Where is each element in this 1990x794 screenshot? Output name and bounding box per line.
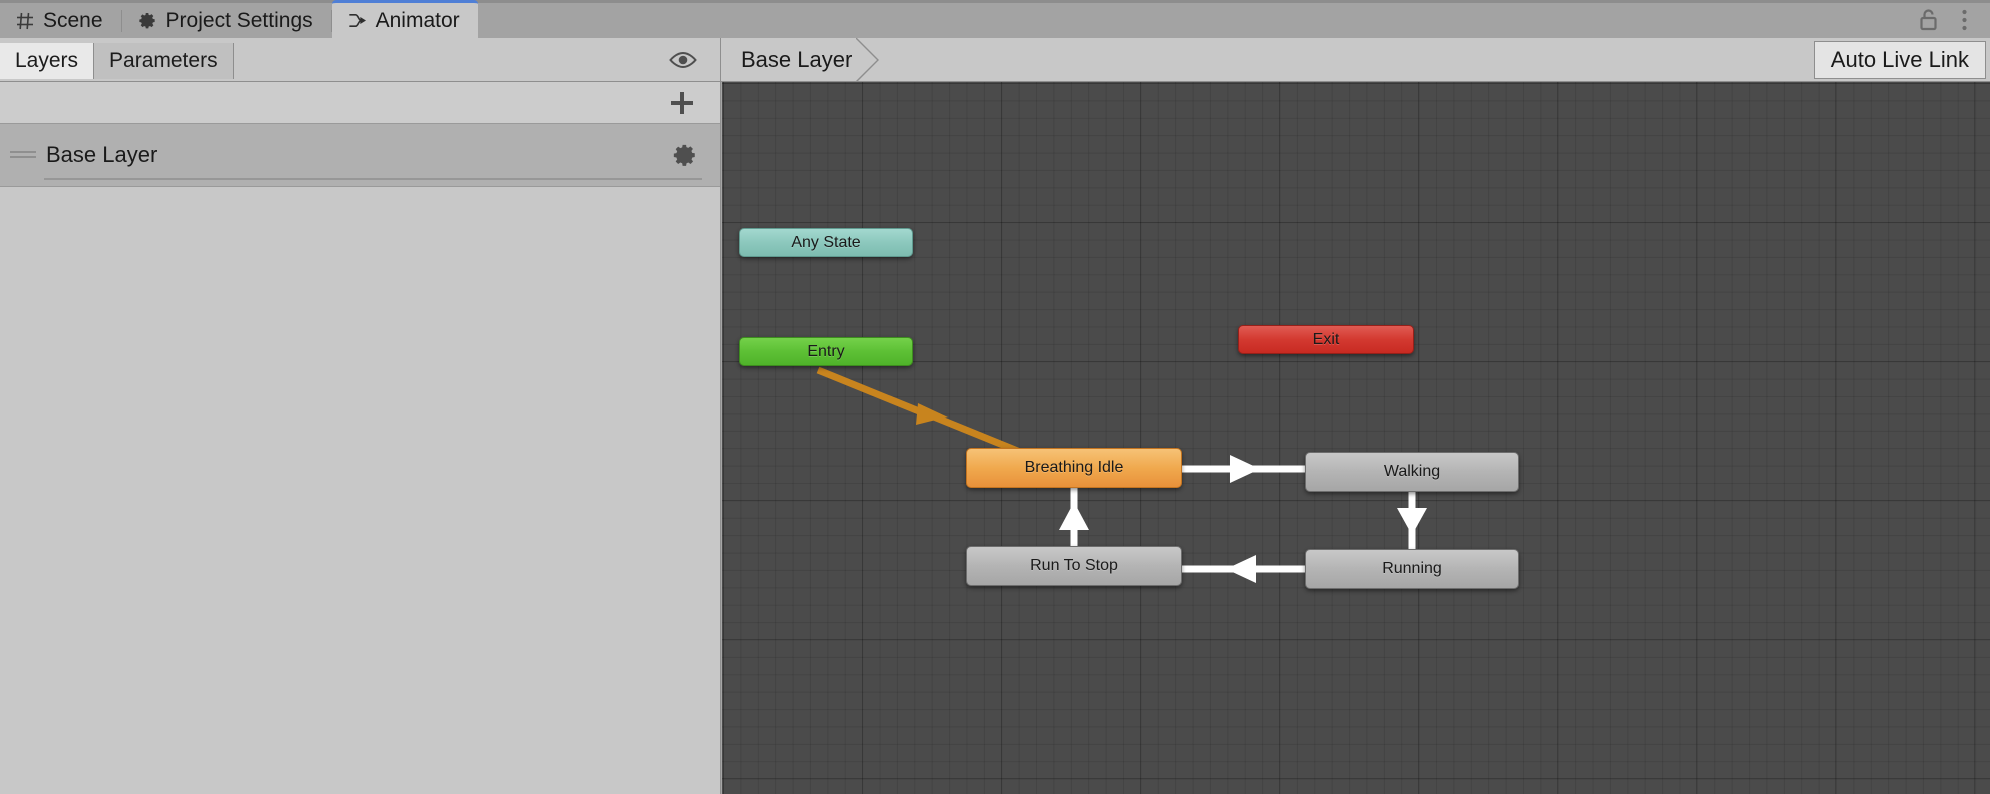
state-node-running[interactable]: Running bbox=[1305, 549, 1519, 589]
state-node-any-state[interactable]: Any State bbox=[739, 228, 913, 257]
tab-project-settings[interactable]: Project Settings bbox=[122, 3, 331, 38]
animator-state-graph[interactable]: Any State Entry Exit Breathing Idle Walk… bbox=[722, 82, 1990, 794]
layer-row-base-layer[interactable]: Base Layer bbox=[0, 124, 720, 186]
layers-panel: Base Layer bbox=[0, 82, 721, 794]
state-node-label: Exit bbox=[1312, 330, 1340, 348]
tab-project-settings-label: Project Settings bbox=[165, 8, 313, 32]
animator-sub-toolbar: Layers Parameters Base Layer Auto Live L… bbox=[0, 37, 1990, 82]
tab-parameters[interactable]: Parameters bbox=[94, 42, 234, 79]
unlocked-padlock-icon[interactable] bbox=[1918, 7, 1939, 32]
graph-toolbar: Base Layer Auto Live Link bbox=[721, 37, 1990, 82]
breadcrumb-chevron-icon bbox=[856, 37, 890, 82]
layer-row-underline bbox=[44, 178, 702, 180]
state-node-label: Entry bbox=[807, 342, 845, 360]
state-node-label: Run To Stop bbox=[1030, 557, 1118, 574]
gear-icon bbox=[138, 11, 157, 30]
breadcrumb[interactable]: Base Layer bbox=[721, 38, 857, 81]
tab-layers[interactable]: Layers bbox=[0, 42, 95, 79]
transition-edges bbox=[816, 366, 1427, 583]
tab-layers-label: Layers bbox=[15, 48, 79, 72]
breadcrumb-trail bbox=[890, 38, 1814, 81]
drag-handle-icon[interactable] bbox=[10, 149, 36, 161]
state-node-label: Walking bbox=[1383, 463, 1441, 480]
gear-icon[interactable] bbox=[672, 142, 698, 168]
layers-add-row bbox=[0, 82, 720, 124]
animator-icon bbox=[348, 12, 367, 29]
breadcrumb-label: Base Layer bbox=[741, 46, 853, 72]
transition-breathing-idle-to-walking bbox=[1182, 455, 1305, 483]
plus-icon[interactable] bbox=[669, 90, 695, 116]
kebab-menu-icon[interactable] bbox=[1961, 8, 1968, 32]
state-node-entry[interactable]: Entry bbox=[739, 337, 913, 366]
tab-animator-label: Animator bbox=[375, 8, 460, 32]
state-node-label: Any State bbox=[791, 233, 861, 251]
layers-toolbar: Layers Parameters bbox=[0, 38, 721, 81]
state-node-run-to-stop[interactable]: Run To Stop bbox=[966, 546, 1182, 586]
tab-scene[interactable]: Scene bbox=[0, 3, 121, 38]
tab-scene-label: Scene bbox=[43, 8, 103, 32]
layers-panel-body bbox=[0, 186, 720, 793]
state-node-exit[interactable]: Exit bbox=[1238, 325, 1414, 354]
auto-live-link-button[interactable]: Auto Live Link bbox=[1813, 40, 1986, 79]
state-node-label: Breathing Idle bbox=[1024, 459, 1124, 476]
eye-icon[interactable] bbox=[668, 50, 698, 70]
transition-run-to-stop-to-breathing-idle bbox=[1059, 488, 1089, 546]
state-node-walking[interactable]: Walking bbox=[1305, 452, 1519, 492]
transition-walking-to-running bbox=[1397, 492, 1427, 549]
grid-icon bbox=[16, 12, 34, 30]
window-tab-bar: Scene Project Settings Animator bbox=[0, 0, 1990, 38]
tab-parameters-label: Parameters bbox=[109, 48, 218, 72]
state-node-breathing-idle[interactable]: Breathing Idle bbox=[966, 448, 1182, 488]
transition-running-to-run-to-stop bbox=[1182, 555, 1305, 583]
window-controls bbox=[1918, 7, 1990, 38]
state-node-label: Running bbox=[1382, 560, 1442, 577]
transition-entry-to-breathing-idle bbox=[816, 366, 1022, 456]
auto-live-link-label: Auto Live Link bbox=[1830, 46, 1969, 72]
tab-animator[interactable]: Animator bbox=[331, 0, 478, 38]
layer-name-label: Base Layer bbox=[46, 142, 158, 167]
